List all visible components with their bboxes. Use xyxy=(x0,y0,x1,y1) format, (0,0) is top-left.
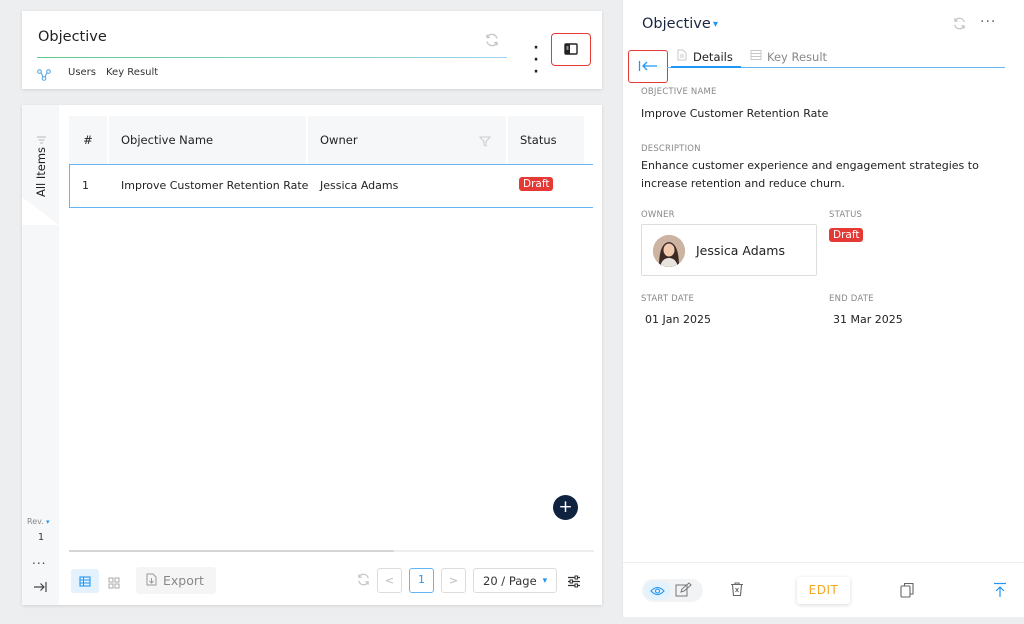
tab-details[interactable]: Details xyxy=(676,49,733,64)
list-card: All Items Rev. ▾ 1 ... # Objective Name … xyxy=(22,105,602,605)
status-badge: Draft xyxy=(829,228,864,242)
row-objective-name[interactable]: Improve Customer Retention Rate xyxy=(121,179,308,192)
reload-icon[interactable] xyxy=(356,572,371,591)
owner-label: OWNER xyxy=(641,210,675,220)
users-link[interactable]: Users xyxy=(68,67,96,78)
delete-icon[interactable] xyxy=(730,581,744,601)
status-badge: Draft xyxy=(519,177,554,191)
view-edit-toggle[interactable] xyxy=(642,579,703,602)
scroll-to-top-icon[interactable] xyxy=(993,582,1007,602)
revision-label: Rev. xyxy=(27,517,44,526)
revision-value: 1 xyxy=(38,532,45,543)
current-page-button[interactable]: 1 xyxy=(409,568,434,593)
chevron-down-icon: ▾ xyxy=(542,575,548,586)
tab-key-result[interactable]: Key Result xyxy=(750,49,827,64)
table-view-icon xyxy=(79,572,91,591)
column-settings-icon[interactable] xyxy=(567,573,581,592)
status-label: STATUS xyxy=(829,210,863,220)
tab-key-result-label: Key Result xyxy=(767,49,828,64)
key-result-link[interactable]: Key Result xyxy=(106,67,158,78)
list-icon xyxy=(750,49,762,64)
active-tab-indicator xyxy=(671,66,741,68)
chevron-down-icon[interactable]: ▾ xyxy=(46,518,50,526)
page-title: Objective xyxy=(38,29,107,45)
collapse-panel-button[interactable] xyxy=(628,50,668,83)
row-number: 1 xyxy=(82,179,89,192)
column-header-status[interactable]: Status xyxy=(508,116,584,164)
header-card: Objective · · · Users Key Result xyxy=(22,11,602,89)
refresh-icon[interactable] xyxy=(952,16,967,35)
description-label: DESCRIPTION xyxy=(641,144,701,154)
objective-name-value: Improve Customer Retention Rate xyxy=(641,107,829,120)
more-options-icon[interactable]: ··· xyxy=(980,14,996,30)
objective-name-label: OBJECTIVE NAME xyxy=(641,87,717,97)
edit-mode-icon[interactable] xyxy=(675,582,692,602)
eye-icon xyxy=(650,581,665,600)
title-underline xyxy=(37,57,507,58)
toggle-panel-button[interactable] xyxy=(551,33,591,66)
detail-panel: Objective ▾ ··· Details Key Result OBJEC… xyxy=(622,0,1024,617)
page-size-value: 20 / Page xyxy=(483,573,537,588)
table-view-button[interactable] xyxy=(71,569,99,593)
avatar xyxy=(653,235,685,267)
refresh-icon[interactable] xyxy=(484,32,500,52)
view-mode-button[interactable] xyxy=(644,581,671,600)
column-header-number[interactable]: # xyxy=(69,116,107,164)
collapse-left-icon xyxy=(638,57,658,76)
copy-icon[interactable] xyxy=(900,582,915,602)
footer-divider xyxy=(623,562,1024,563)
card-view-icon[interactable] xyxy=(108,574,120,593)
column-header-objective-name[interactable]: Objective Name xyxy=(109,116,306,164)
export-button[interactable]: Export xyxy=(136,567,216,594)
description-value: Enhance customer experience and engageme… xyxy=(641,159,979,190)
start-date-label: START DATE xyxy=(641,294,695,304)
end-date-value: 31 Mar 2025 xyxy=(833,313,903,326)
export-label: Export xyxy=(163,573,204,588)
side-panel-icon xyxy=(564,40,578,59)
export-icon xyxy=(146,573,157,589)
end-date-label: END DATE xyxy=(829,294,874,304)
chevron-down-icon[interactable]: ▾ xyxy=(713,19,718,30)
previous-page-button[interactable]: < xyxy=(377,568,402,593)
row-owner: Jessica Adams xyxy=(320,179,399,192)
detail-title[interactable]: Objective xyxy=(642,16,711,32)
more-icon[interactable]: ... xyxy=(32,553,46,567)
tab-fold xyxy=(22,197,59,225)
page-size-select[interactable]: 20 / Page ▾ xyxy=(473,568,557,593)
edit-button[interactable]: EDIT xyxy=(797,577,850,604)
tab-details-label: Details xyxy=(693,49,733,64)
add-objective-button[interactable]: + xyxy=(553,495,578,520)
scrollbar-thumb[interactable] xyxy=(69,550,394,552)
document-icon xyxy=(676,49,688,64)
column-header-owner[interactable]: Owner xyxy=(308,116,506,164)
next-page-button[interactable]: > xyxy=(441,568,466,593)
expand-sidebar-icon[interactable] xyxy=(33,578,47,597)
kebab-menu-icon[interactable]: · · · xyxy=(529,41,543,79)
owner-filter-icon[interactable] xyxy=(478,132,492,151)
start-date-value: 01 Jan 2025 xyxy=(645,313,711,326)
owner-card[interactable]: Jessica Adams xyxy=(641,224,817,276)
owner-name: Jessica Adams xyxy=(696,243,785,258)
hierarchy-icon xyxy=(37,66,51,85)
